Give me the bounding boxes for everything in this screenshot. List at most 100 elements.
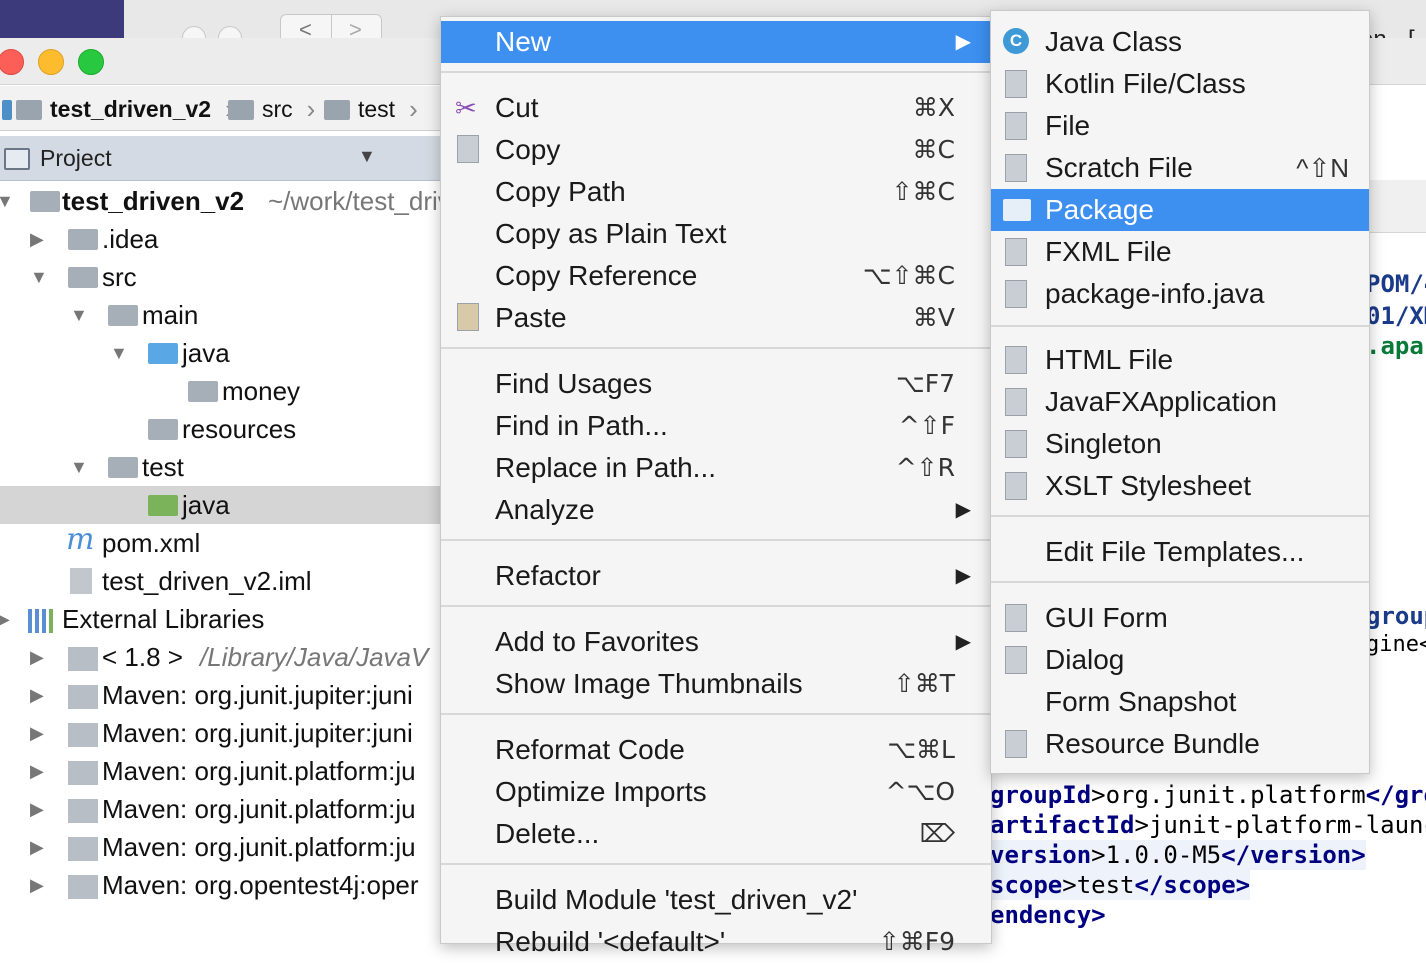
submenu-item-dialog[interactable]: Dialog bbox=[991, 639, 1369, 681]
tree-item-maven[interactable]: ▶ Maven: org.junit.jupiter:juni bbox=[0, 676, 440, 714]
file-icon bbox=[1005, 112, 1027, 140]
menu-item-replace-in-path[interactable]: Replace in Path... ^⇧R bbox=[441, 447, 991, 489]
collapse-arrow-icon[interactable]: ▼ bbox=[70, 448, 88, 486]
menu-item-copy[interactable]: Copy ⌘C bbox=[441, 129, 991, 171]
minimize-window-button[interactable] bbox=[38, 49, 64, 75]
menu-item-cut[interactable]: ✂ Cut ⌘X bbox=[441, 87, 991, 129]
submenu-item-fxml[interactable]: FXML File bbox=[991, 231, 1369, 273]
jdk-icon bbox=[68, 647, 98, 671]
submenu-item-java-class[interactable]: C Java Class bbox=[991, 21, 1369, 63]
expand-arrow-icon[interactable]: ▶ bbox=[30, 828, 44, 866]
menu-item-reformat-code[interactable]: Reformat Code ⌥⌘L bbox=[441, 729, 991, 771]
expand-arrow-icon[interactable]: ▶ bbox=[30, 790, 44, 828]
collapse-arrow-icon[interactable]: ▼ bbox=[0, 182, 14, 220]
tree-item-iml[interactable]: test_driven_v2.iml bbox=[0, 562, 440, 600]
tree-item-java-test[interactable]: java bbox=[0, 486, 440, 524]
breadcrumb-item-test[interactable]: test › bbox=[324, 94, 418, 125]
submenu-item-label: JavaFXApplication bbox=[1045, 386, 1277, 417]
tree-item-idea[interactable]: ▶ .idea bbox=[0, 220, 440, 258]
tree-item-main[interactable]: ▼ main bbox=[0, 296, 440, 334]
submenu-item-kotlin[interactable]: Kotlin File/Class bbox=[991, 63, 1369, 105]
submenu-item-file[interactable]: File bbox=[991, 105, 1369, 147]
tree-item-money[interactable]: money bbox=[0, 372, 440, 410]
tree-item-maven[interactable]: ▶ Maven: org.opentest4j:oper bbox=[0, 866, 440, 904]
submenu-item-scratch-file[interactable]: Scratch File ^⇧N bbox=[991, 147, 1369, 189]
expand-arrow-icon[interactable]: ▶ bbox=[30, 220, 44, 258]
tree-item-maven[interactable]: ▶ Maven: org.junit.platform:ju bbox=[0, 752, 440, 790]
code-line[interactable]: version>1.0.0-M5</version> bbox=[990, 840, 1366, 870]
tree-item-external-libraries[interactable]: ▶ External Libraries bbox=[0, 600, 440, 638]
menu-item-rebuild[interactable]: Rebuild '<default>' ⇧⌘F9 bbox=[441, 921, 991, 963]
expand-arrow-icon[interactable]: ▶ bbox=[30, 638, 44, 676]
menu-item-find-usages[interactable]: Find Usages ⌥F7 bbox=[441, 363, 991, 405]
expand-arrow-icon[interactable]: ▶ bbox=[30, 714, 44, 752]
menu-item-add-to-favorites[interactable]: Add to Favorites ▶ bbox=[441, 621, 991, 663]
tree-item-root[interactable]: ▼ test_driven_v2 ~/work/test_driven bbox=[0, 182, 440, 220]
submenu-item-package[interactable]: Package bbox=[991, 189, 1369, 231]
menu-item-label: Analyze bbox=[495, 494, 595, 525]
shortcut-label: ^⇧R bbox=[895, 453, 955, 482]
code-line[interactable]: endency> bbox=[990, 900, 1106, 930]
submenu-item-label: HTML File bbox=[1045, 344, 1174, 375]
shortcut-label: ⇧⌘F9 bbox=[878, 927, 955, 956]
menu-item-refactor[interactable]: Refactor ▶ bbox=[441, 555, 991, 597]
tree-item-maven[interactable]: ▶ Maven: org.junit.platform:ju bbox=[0, 828, 440, 866]
submenu-item-xslt[interactable]: XSLT Stylesheet bbox=[991, 465, 1369, 507]
maven-library-icon bbox=[68, 685, 98, 709]
tree-item-maven[interactable]: ▶ Maven: org.junit.jupiter:juni bbox=[0, 714, 440, 752]
menu-item-show-image-thumbnails[interactable]: Show Image Thumbnails ⇧⌘T bbox=[441, 663, 991, 705]
tree-item-label: < 1.8 > bbox=[102, 642, 183, 672]
menu-item-new[interactable]: New ▶ bbox=[441, 21, 991, 63]
expand-arrow-icon[interactable]: ▶ bbox=[30, 866, 44, 904]
collapse-arrow-icon[interactable]: ▼ bbox=[70, 296, 88, 334]
tree-item-resources[interactable]: resources bbox=[0, 410, 440, 448]
menu-separator bbox=[441, 713, 991, 715]
maven-library-icon bbox=[68, 799, 98, 823]
submenu-separator bbox=[991, 581, 1369, 583]
shortcut-label: ⌥F7 bbox=[895, 369, 955, 398]
menu-item-optimize-imports[interactable]: Optimize Imports ^⌥O bbox=[441, 771, 991, 813]
tree-item-pom[interactable]: m pom.xml bbox=[0, 524, 440, 562]
tree-item-src[interactable]: ▼ src bbox=[0, 258, 440, 296]
menu-item-copy-path[interactable]: Copy Path ⇧⌘C bbox=[441, 171, 991, 213]
submenu-item-label: GUI Form bbox=[1045, 602, 1168, 633]
collapse-arrow-icon[interactable]: ▼ bbox=[30, 258, 48, 296]
tree-item-java-main[interactable]: ▼ java bbox=[0, 334, 440, 372]
triangle-down-icon[interactable]: ▼ bbox=[358, 146, 376, 167]
breadcrumb-item-project[interactable]: test_driven_v2› bbox=[2, 94, 234, 125]
expand-arrow-icon[interactable]: ▶ bbox=[0, 600, 10, 638]
menu-item-delete[interactable]: Delete... ⌦ bbox=[441, 813, 991, 855]
menu-item-paste[interactable]: Paste ⌘V bbox=[441, 297, 991, 339]
menu-item-find-in-path[interactable]: Find in Path... ^⇧F bbox=[441, 405, 991, 447]
tree-item-label: External Libraries bbox=[62, 604, 265, 634]
menu-item-copy-plain-text[interactable]: Copy as Plain Text bbox=[441, 213, 991, 255]
breadcrumb-item-src[interactable]: src › bbox=[228, 94, 315, 125]
expand-arrow-icon[interactable]: ▶ bbox=[30, 676, 44, 714]
zoom-window-button[interactable] bbox=[78, 49, 104, 75]
submenu-item-html[interactable]: HTML File bbox=[991, 339, 1369, 381]
project-tree: ▼ test_driven_v2 ~/work/test_driven ▶ .i… bbox=[0, 182, 440, 942]
tree-item-label: .idea bbox=[102, 224, 159, 254]
submenu-item-javafx[interactable]: JavaFXApplication bbox=[991, 381, 1369, 423]
submenu-item-edit-templates[interactable]: Edit File Templates... bbox=[991, 531, 1369, 573]
submenu-item-singleton[interactable]: Singleton bbox=[991, 423, 1369, 465]
tree-item-test[interactable]: ▼ test bbox=[0, 448, 440, 486]
menu-item-analyze[interactable]: Analyze ▶ bbox=[441, 489, 991, 531]
tree-item-maven[interactable]: ▶ Maven: org.junit.platform:ju bbox=[0, 790, 440, 828]
project-panel-header[interactable]: Project ▼ bbox=[0, 136, 440, 181]
menu-item-label: Paste bbox=[495, 302, 567, 333]
submenu-item-resource-bundle[interactable]: Resource Bundle bbox=[991, 723, 1369, 765]
submenu-item-gui-form[interactable]: GUI Form bbox=[991, 597, 1369, 639]
code-line[interactable]: artifactId>junit-platform-launch bbox=[990, 810, 1426, 840]
menu-item-copy-reference[interactable]: Copy Reference ⌥⇧⌘C bbox=[441, 255, 991, 297]
menu-item-build-module[interactable]: Build Module 'test_driven_v2' bbox=[441, 879, 991, 921]
xslt-file-icon bbox=[1005, 472, 1027, 500]
submenu-item-form-snapshot[interactable]: Form Snapshot bbox=[991, 681, 1369, 723]
expand-arrow-icon[interactable]: ▶ bbox=[30, 752, 44, 790]
shortcut-label: ⌥⌘L bbox=[887, 735, 955, 764]
submenu-item-package-info[interactable]: package-info.java bbox=[991, 273, 1369, 315]
code-line[interactable]: groupId>org.junit.platform</grou bbox=[990, 780, 1426, 810]
code-line[interactable]: scope>test</scope> bbox=[990, 870, 1251, 900]
collapse-arrow-icon[interactable]: ▼ bbox=[110, 334, 128, 372]
tree-item-jdk[interactable]: ▶ < 1.8 > /Library/Java/JavaV bbox=[0, 638, 440, 676]
